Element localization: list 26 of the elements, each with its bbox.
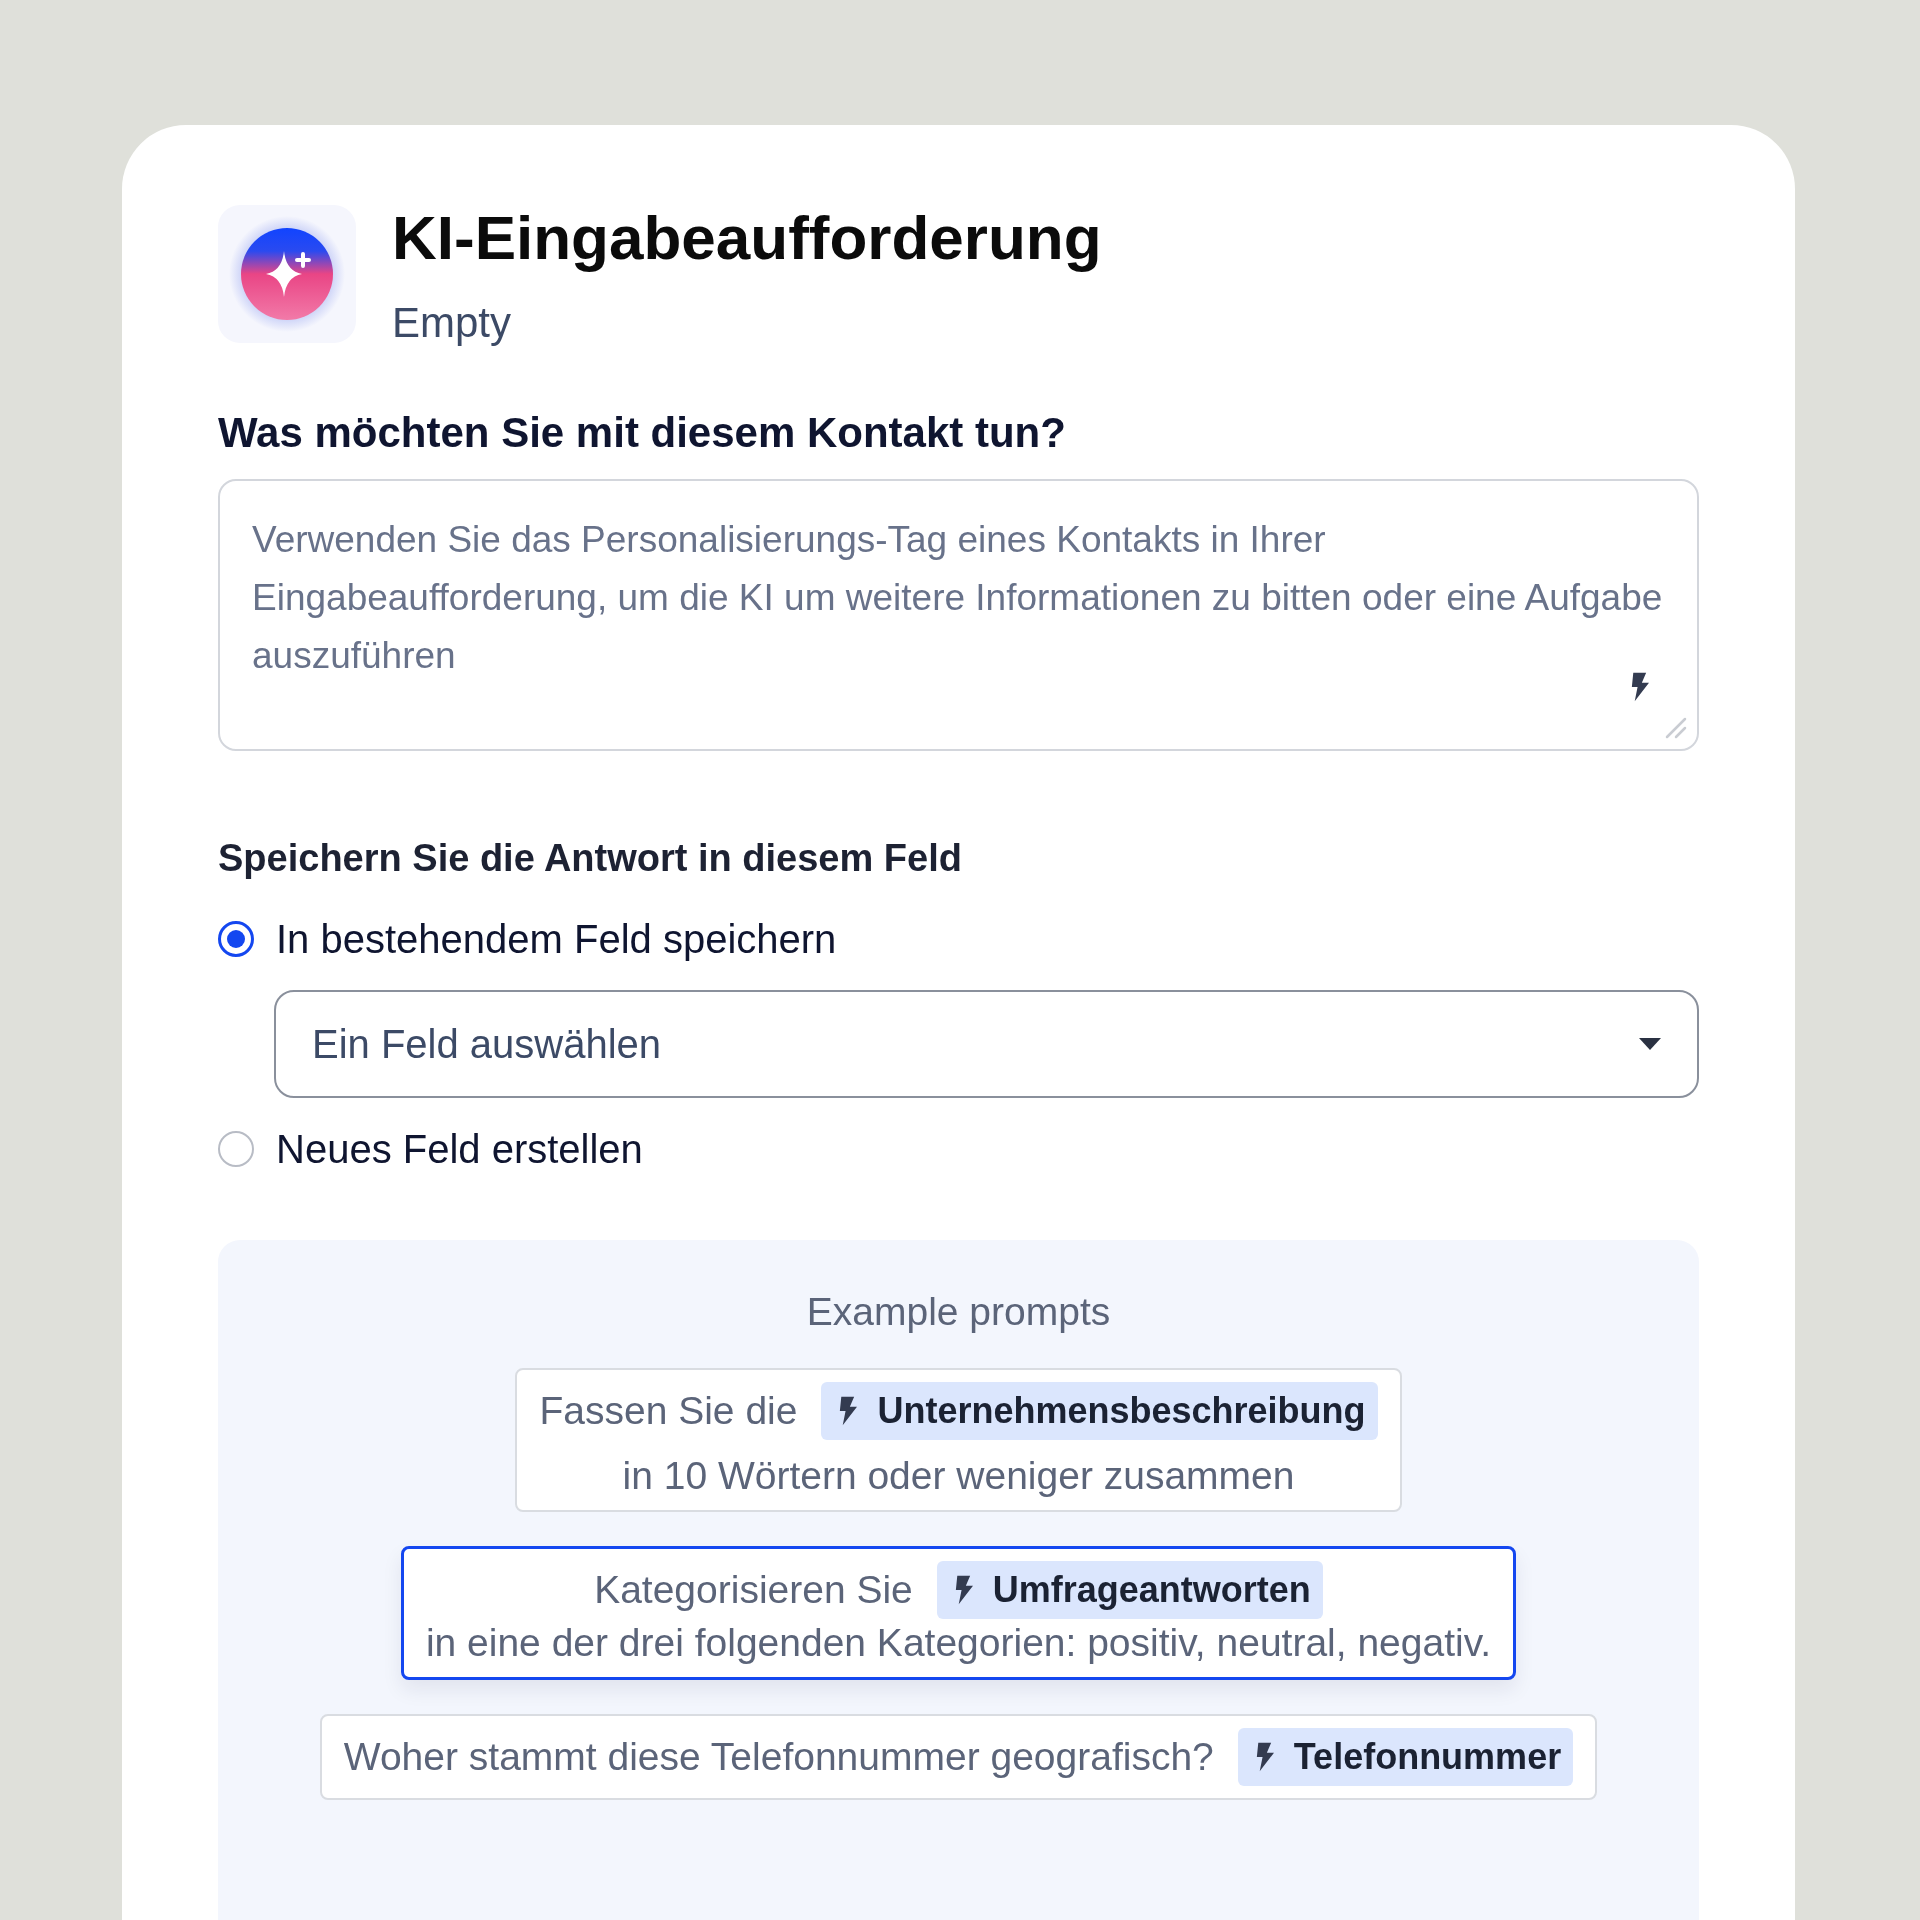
sparkle-icon xyxy=(218,205,356,343)
caret-icon xyxy=(1639,1038,1661,1050)
prompt-text: Woher stammt diese Telefonnummer geografisch? xyxy=(343,1735,1214,1779)
section-title: Example prompts xyxy=(805,1290,1112,1334)
select-field[interactable]: Ein Feld auswählen xyxy=(274,990,1699,1098)
prompt-text: in 10 Wörtern oder weniger zusammen xyxy=(621,1454,1296,1498)
prompt-text: Kategorisieren Sie xyxy=(594,1568,913,1612)
lightning-icon xyxy=(1629,672,1649,702)
example-card[interactable]: Woher stammt diese Telefonnummer geografisch? Telefonnummer xyxy=(319,1714,1598,1800)
prompt-text: Fassen Sie die xyxy=(539,1389,798,1433)
prompt-text: in eine der drei folgenden Kategorien: positiv, neutral, negativ. xyxy=(425,1621,1492,1665)
section-label: Speichern Sie die Antwort in diesem Feld xyxy=(218,837,963,880)
radio-label[interactable]: Neues Feld erstellen xyxy=(276,1126,643,1172)
example-card[interactable]: Kategorisieren Sie Umfrageantworten in eine der drei folgenden Kategorien: positiv, neutral, negativ. xyxy=(400,1546,1517,1680)
radio-button[interactable] xyxy=(218,921,254,957)
lightning-icon xyxy=(837,1396,858,1426)
tag-label: Telefonnummer xyxy=(1293,1736,1562,1778)
status-text: Empty xyxy=(392,299,513,347)
radio-label[interactable]: In bestehendem Feld speichern xyxy=(276,916,837,962)
resize-handle-icon[interactable] xyxy=(1663,715,1687,739)
tag-label: Unternehmensbeschreibung xyxy=(877,1390,1366,1432)
radio-button[interactable] xyxy=(218,1131,254,1167)
prompt-field[interactable]: Verwenden Sie das Personalisierungs-Tag eines Kontakts in Ihrer Eingabeaufforderung, um die KI um weitere Informationen zu bitten oder eine Aufgabe auszuführen xyxy=(218,479,1699,751)
field-label: Was möchten Sie mit diesem Kontakt tun? xyxy=(218,409,1067,457)
tag-label: Umfrageantworten xyxy=(992,1569,1311,1611)
example-card[interactable]: Fassen Sie die Unternehmensbeschreibung in 10 Wörtern oder weniger zusammen xyxy=(515,1368,1402,1512)
